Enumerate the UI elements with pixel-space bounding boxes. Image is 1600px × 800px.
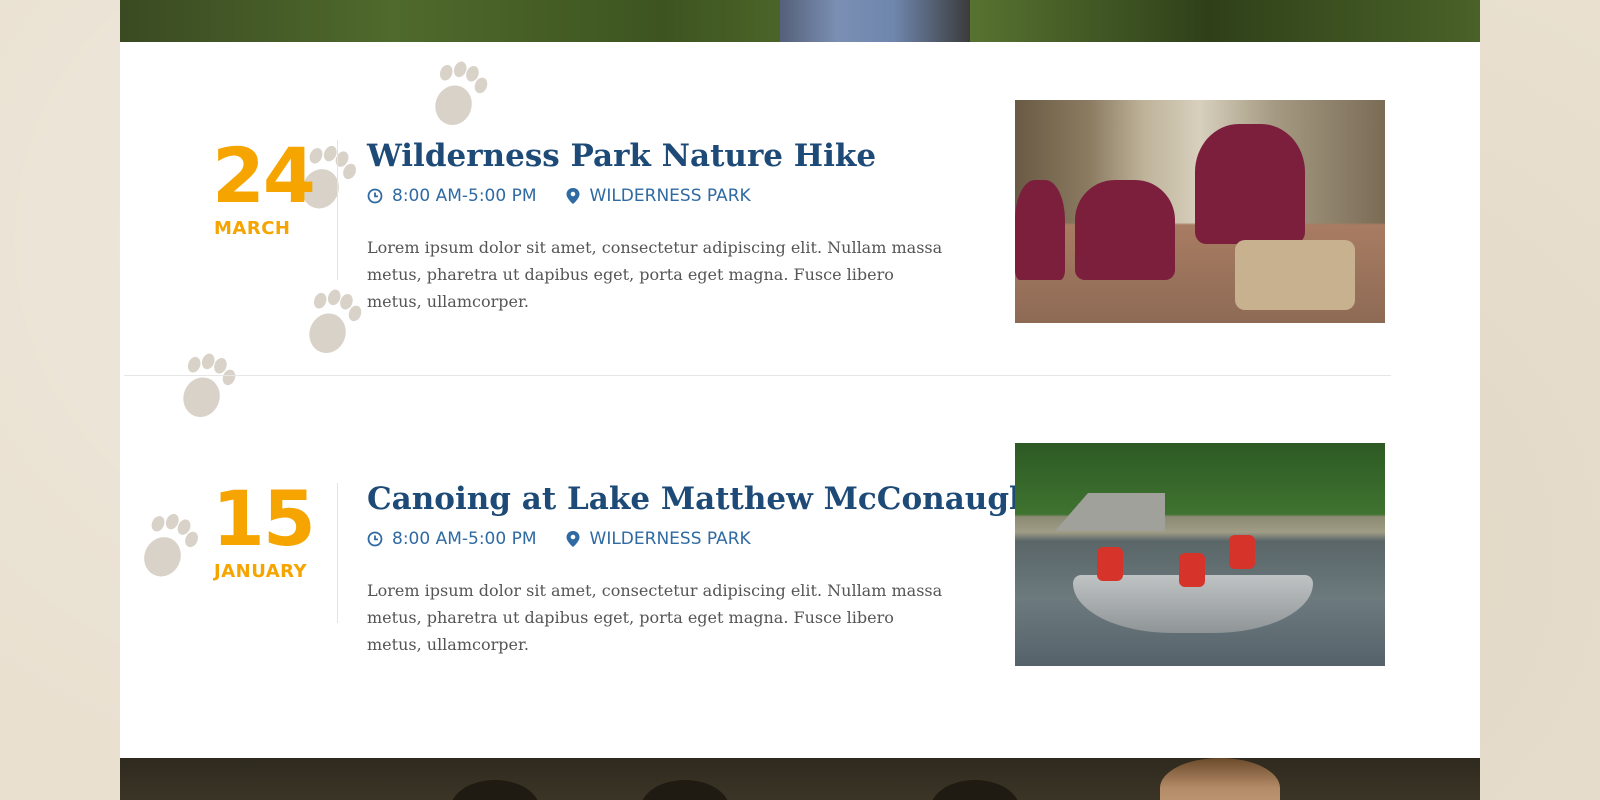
event-card[interactable]: 24 MARCH Wilderness Park Nature Hike 8:0… bbox=[120, 100, 1480, 330]
event-description: Lorem ipsum dolor sit amet, consectetur … bbox=[367, 581, 943, 654]
footer-photo bbox=[120, 758, 1480, 800]
life-vest bbox=[1229, 535, 1255, 569]
event-time-label: 8:00 AM-5:00 PM bbox=[392, 186, 537, 206]
dam-wall bbox=[1055, 493, 1165, 531]
scout-head bbox=[930, 780, 1020, 800]
clock-icon bbox=[367, 188, 383, 204]
event-photo[interactable] bbox=[1015, 443, 1385, 666]
life-vest bbox=[1097, 547, 1123, 581]
scout-pants bbox=[1235, 240, 1355, 310]
event-time-label: 8:00 AM-5:00 PM bbox=[392, 529, 537, 549]
hiker-figure bbox=[780, 0, 970, 42]
event-location[interactable]: WILDERNESS PARK bbox=[565, 529, 751, 549]
scout-shirt bbox=[1195, 124, 1305, 244]
scout-face bbox=[1160, 758, 1280, 800]
event-day: 15 bbox=[212, 474, 316, 563]
event-location-label: WILDERNESS PARK bbox=[589, 186, 751, 206]
clock-icon bbox=[367, 531, 383, 547]
event-time: 8:00 AM-5:00 PM bbox=[367, 529, 537, 549]
event-meta: 8:00 AM-5:00 PM WILDERNESS PARK bbox=[367, 529, 779, 549]
event-month: MARCH bbox=[214, 218, 291, 239]
event-meta: 8:00 AM-5:00 PM WILDERNESS PARK bbox=[367, 186, 779, 206]
header-photo bbox=[120, 0, 1480, 42]
event-photo[interactable] bbox=[1015, 100, 1385, 323]
map-pin-icon bbox=[566, 531, 580, 547]
scout-shirt bbox=[1015, 180, 1065, 280]
date-divider bbox=[337, 140, 338, 280]
event-day: 24 bbox=[212, 131, 316, 220]
scout-shirt bbox=[1075, 180, 1175, 280]
event-card[interactable]: 15 JANUARY Canoing at Lake Matthew McCon… bbox=[120, 443, 1480, 673]
date-divider bbox=[337, 483, 338, 623]
event-location[interactable]: WILDERNESS PARK bbox=[565, 186, 751, 206]
event-separator bbox=[124, 375, 1391, 376]
scout-head bbox=[640, 780, 730, 800]
scout-head bbox=[450, 780, 540, 800]
event-title[interactable]: Canoing at Lake Matthew McConaughy bbox=[367, 481, 1050, 517]
event-location-label: WILDERNESS PARK bbox=[589, 529, 751, 549]
event-month: JANUARY bbox=[214, 561, 308, 582]
life-vest bbox=[1179, 553, 1205, 587]
event-time: 8:00 AM-5:00 PM bbox=[367, 186, 537, 206]
map-pin-icon bbox=[566, 188, 580, 204]
event-title[interactable]: Wilderness Park Nature Hike bbox=[367, 138, 876, 174]
event-description: Lorem ipsum dolor sit amet, consectetur … bbox=[367, 238, 943, 311]
